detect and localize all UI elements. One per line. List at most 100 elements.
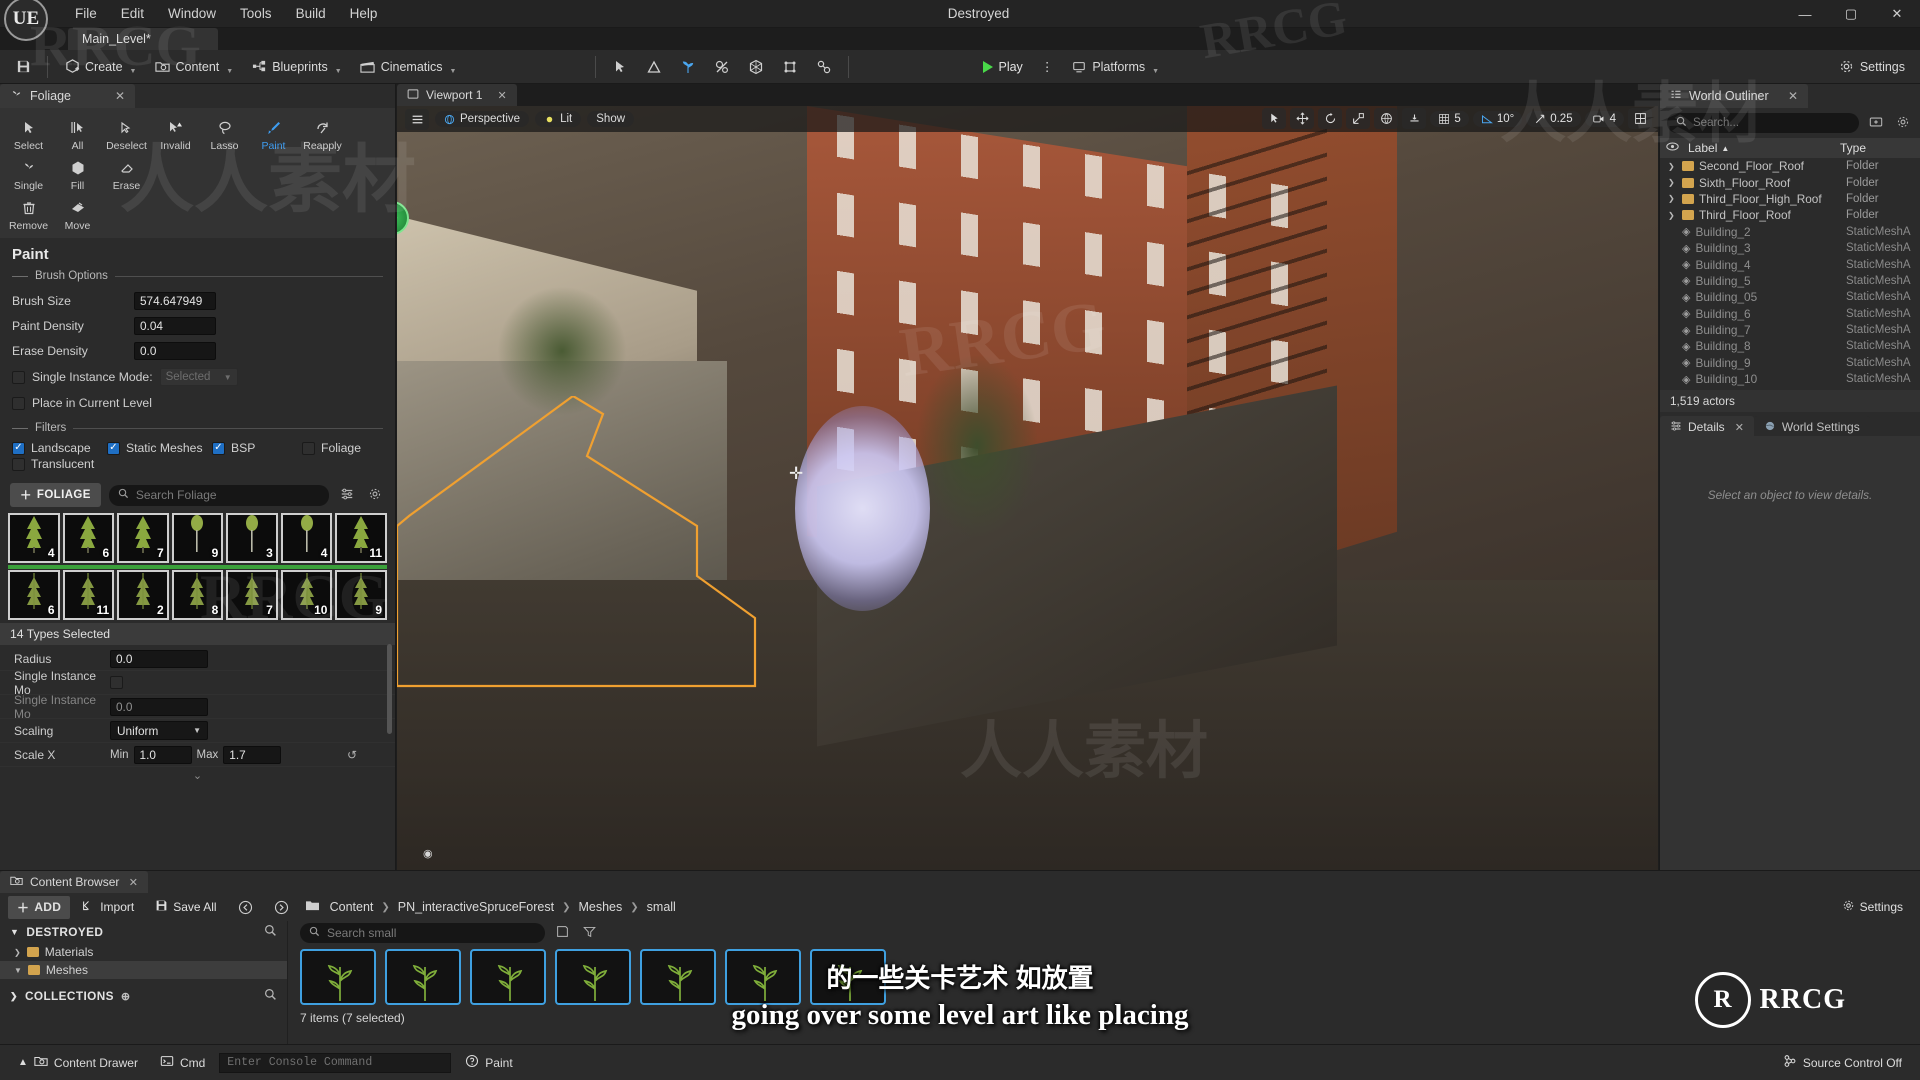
save-all-button[interactable]: Save All	[146, 896, 225, 918]
outliner-row[interactable]: ◈Building_7StaticMeshA	[1660, 322, 1920, 338]
source-control-button[interactable]: Source Control Off	[1775, 1051, 1910, 1074]
single-instance-mode-checkbox[interactable]	[12, 371, 25, 384]
translate-tool-icon[interactable]	[1290, 108, 1314, 129]
tool-lasso[interactable]: Lasso	[200, 114, 249, 154]
viewport-3d[interactable]: ✛ ☀ Perspective Lit S	[397, 106, 1658, 870]
outliner-row[interactable]: ◈Building_9StaticMeshA	[1660, 355, 1920, 371]
visibility-eye-icon[interactable]	[1666, 141, 1682, 155]
foliage-type-cell[interactable]: 10	[281, 570, 333, 620]
navigate-forward-button[interactable]	[265, 897, 298, 918]
outliner-row[interactable]: ❯Third_Floor_RoofFolder	[1660, 207, 1920, 223]
tree-item-meshes[interactable]: ▼ Meshes	[0, 961, 287, 979]
foliage-type-cell[interactable]: 9	[172, 513, 224, 563]
outliner-row[interactable]: ◈Building_4StaticMeshA	[1660, 256, 1920, 272]
radius-input[interactable]: 0.0	[110, 650, 208, 668]
menu-item-help[interactable]: Help	[339, 2, 389, 25]
breadcrumb-meshes[interactable]: Meshes	[573, 898, 627, 916]
outliner-row[interactable]: ◈Building_5StaticMeshA	[1660, 273, 1920, 289]
foliage-type-cell[interactable]: 2	[117, 570, 169, 620]
outliner-settings-gear-icon[interactable]	[1893, 115, 1913, 132]
create-button[interactable]: Create ▼	[55, 56, 145, 78]
single-instance-dropdown[interactable]: Selected ▼	[160, 368, 238, 386]
foliage-search-input[interactable]: Search Foliage	[109, 485, 329, 506]
tool-single[interactable]: Single	[4, 154, 53, 194]
filter-static-meshes[interactable]: Static Meshes	[107, 441, 212, 455]
breadcrumb-content[interactable]: Content	[325, 898, 379, 916]
landscape-mode-icon[interactable]	[637, 56, 671, 78]
tool-erase[interactable]: Erase	[102, 154, 151, 194]
menu-item-window[interactable]: Window	[157, 2, 227, 25]
angle-snap-control[interactable]: 10°	[1473, 111, 1522, 127]
content-browser-settings-button[interactable]: Settings	[1833, 896, 1912, 918]
add-foliage-button[interactable]: ＋ FOLIAGE	[10, 483, 101, 507]
foliage-type-cell[interactable]: 6	[8, 570, 60, 620]
save-search-icon[interactable]	[553, 925, 572, 941]
expand-more-indicator[interactable]: ⌄	[0, 767, 395, 784]
asset-search-input[interactable]: Search small	[300, 923, 545, 943]
content-button[interactable]: Content ▼	[145, 56, 242, 78]
outliner-row[interactable]: ◈Building_3StaticMeshA	[1660, 240, 1920, 256]
outliner-row[interactable]: ◈Building_10StaticMeshA	[1660, 371, 1920, 387]
single-instance-mode-detail-checkbox[interactable]	[110, 676, 123, 689]
play-options-button[interactable]: ⋮	[1032, 56, 1063, 77]
filter-icon[interactable]	[580, 925, 599, 941]
view-mode-dropdown[interactable]: Lit	[535, 111, 581, 127]
tool-paint[interactable]: Paint	[249, 114, 298, 154]
asset-thumbnail[interactable]	[470, 949, 546, 1005]
tool-deselect[interactable]: Deselect	[102, 114, 151, 154]
maximize-viewport-icon[interactable]	[1628, 108, 1652, 129]
bsp-checkbox[interactable]	[212, 442, 225, 455]
collections-search-icon[interactable]	[264, 988, 277, 1004]
filter-bsp[interactable]: BSP	[212, 441, 302, 455]
outliner-row[interactable]: ❯Second_Floor_RoofFolder	[1660, 158, 1920, 174]
scale-x-max-input[interactable]: 1.7	[223, 746, 281, 764]
rotate-tool-icon[interactable]	[1318, 108, 1342, 129]
breadcrumb-small[interactable]: small	[642, 898, 681, 916]
asset-thumbnail[interactable]	[725, 949, 801, 1005]
asset-thumbnail[interactable]	[385, 949, 461, 1005]
chevron-right-icon[interactable]: ❯	[1668, 211, 1677, 220]
mesh-paint-icon[interactable]	[705, 56, 739, 78]
cmd-button[interactable]: Cmd	[152, 1051, 213, 1074]
scale-snap-control[interactable]: 0.25	[1526, 111, 1580, 127]
content-drawer-button[interactable]: ▲ Content Drawer	[10, 1051, 146, 1074]
erase-density-input[interactable]: 0.0	[134, 342, 216, 360]
chevron-right-icon[interactable]: ❯	[1668, 162, 1677, 171]
collections-header[interactable]: ❯ COLLECTIONS ⊕	[0, 985, 287, 1007]
world-space-icon[interactable]	[1374, 108, 1398, 129]
outliner-row[interactable]: ❯Sixth_Floor_RoofFolder	[1660, 174, 1920, 190]
content-browser-tab[interactable]: Content Browser ✕	[0, 871, 148, 893]
outliner-row[interactable]: ◈Building_05StaticMeshA	[1660, 289, 1920, 305]
tool-all[interactable]: All	[53, 114, 102, 154]
brush-size-input[interactable]: 574.647949	[134, 292, 216, 310]
foliage-options-gear-icon[interactable]	[365, 487, 385, 504]
menu-item-edit[interactable]: Edit	[110, 2, 155, 25]
tree-root-header[interactable]: ▼ DESTROYED	[0, 921, 287, 943]
play-button[interactable]: Play	[974, 57, 1031, 77]
console-command-input[interactable]: Enter Console Command	[219, 1053, 451, 1073]
outliner-label-column[interactable]: Label ▲	[1682, 141, 1840, 155]
tree-item-materials[interactable]: ❯ Materials	[0, 943, 287, 961]
asset-thumbnail[interactable]	[810, 949, 886, 1005]
tool-reapply[interactable]: Reapply	[298, 114, 347, 154]
select-tool-icon[interactable]	[1262, 108, 1286, 129]
tool-invalid[interactable]: Invalid	[151, 114, 200, 154]
grid-snap-control[interactable]: 5	[1430, 111, 1468, 127]
chevron-right-icon[interactable]: ❯	[1668, 194, 1677, 203]
foliage-details-scrollbar[interactable]	[387, 644, 392, 734]
show-flags-dropdown[interactable]: Show	[587, 111, 634, 127]
scale-x-min-input[interactable]: 1.0	[134, 746, 192, 764]
landscape-checkbox[interactable]	[12, 442, 25, 455]
static-meshes-checkbox[interactable]	[107, 442, 120, 455]
foliage-type-cell[interactable]: 6	[63, 513, 115, 563]
select-mode-icon[interactable]	[603, 56, 637, 78]
foliage-type-cell[interactable]: 7	[226, 570, 278, 620]
world-outliner-tab[interactable]: World Outliner ✕	[1660, 84, 1808, 108]
chevron-right-icon[interactable]: ❯	[1668, 178, 1677, 187]
viewport-tab[interactable]: Viewport 1 ✕	[397, 84, 517, 106]
foliage-checkbox[interactable]	[302, 442, 315, 455]
add-collection-icon[interactable]: ⊕	[121, 990, 131, 1003]
foliage-type-cell[interactable]: 7	[117, 513, 169, 563]
single-instance-dim-input[interactable]: 0.0	[110, 698, 208, 716]
close-icon[interactable]: ✕	[115, 89, 125, 103]
